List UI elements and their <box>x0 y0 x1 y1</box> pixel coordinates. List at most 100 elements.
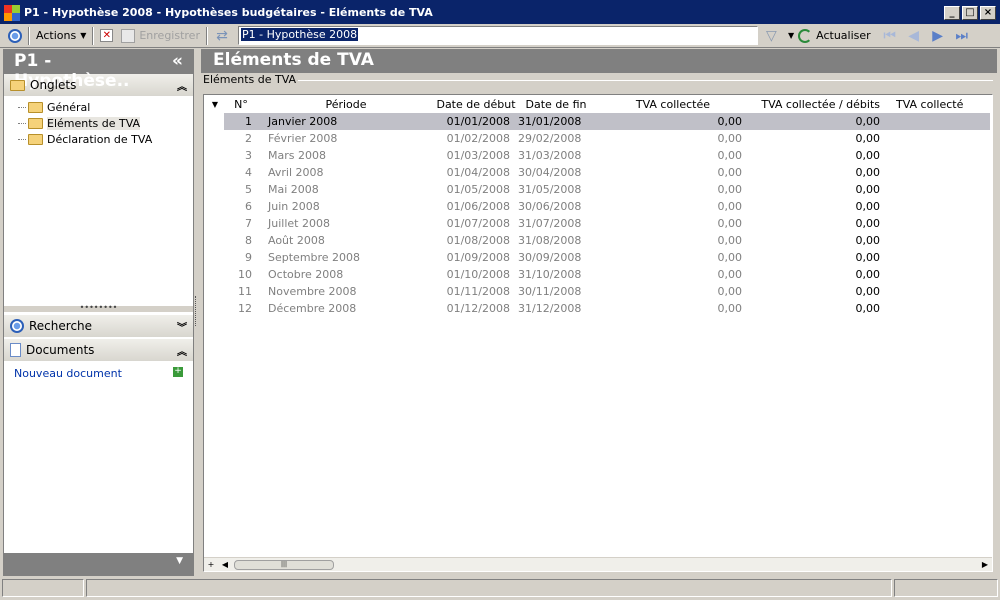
previous-record-icon[interactable]: ◀ <box>905 28 923 44</box>
table-cell-num[interactable]: 3 <box>226 149 256 162</box>
table-cell-fin[interactable]: 31/03/2008 <box>516 149 596 162</box>
close-button[interactable]: × <box>980 5 996 20</box>
column-header-tva-collectee-debits[interactable]: TVA collectée / débits <box>746 98 896 111</box>
table-cell-periode[interactable]: Février 2008 <box>256 132 436 145</box>
sync-button[interactable]: ⇄ <box>210 26 234 46</box>
table-row[interactable]: 7 Juillet 2008 01/07/2008 31/07/2008 0,00 0,0… <box>204 215 992 232</box>
table-cell-num[interactable]: 2 <box>226 132 256 145</box>
table-cell-tvad[interactable]: 0,00 <box>746 132 896 145</box>
filter-icon[interactable]: ▽ <box>766 28 782 44</box>
recherche-section-header[interactable]: Recherche ︾ <box>4 315 193 337</box>
table-cell-tva[interactable]: 0,00 <box>596 132 746 145</box>
scroll-left-icon[interactable]: ◀ <box>218 558 232 571</box>
vertical-splitter[interactable] <box>195 296 199 326</box>
table-cell-tva[interactable]: 0,00 <box>596 166 746 179</box>
add-row-icon[interactable]: + <box>204 558 218 571</box>
table-cell-periode[interactable]: Septembre 2008 <box>256 251 436 264</box>
table-cell-periode[interactable]: Décembre 2008 <box>256 302 436 315</box>
table-row[interactable]: 4 Avril 2008 01/04/2008 30/04/2008 0,00 0,00 <box>204 164 992 181</box>
table-cell-num[interactable]: 4 <box>226 166 256 179</box>
table-cell-num[interactable]: 6 <box>226 200 256 213</box>
panel-splitter[interactable]: •••••••• <box>4 304 193 312</box>
table-cell-tva[interactable]: 0,00 <box>596 251 746 264</box>
table-cell-fin[interactable]: 31/01/2008 <box>516 115 596 128</box>
table-cell-periode[interactable]: Avril 2008 <box>256 166 436 179</box>
collapse-up-icon[interactable]: ︽ <box>177 343 187 358</box>
table-row[interactable]: 3 Mars 2008 01/03/2008 31/03/2008 0,00 0,00 <box>204 147 992 164</box>
table-row[interactable]: 2 Février 2008 01/02/2008 29/02/2008 0,00 0,0… <box>204 130 992 147</box>
column-header-tva-collectee[interactable]: TVA collectée <box>596 98 746 111</box>
collapse-up-icon[interactable]: ︽ <box>177 78 187 93</box>
table-cell-periode[interactable]: Août 2008 <box>256 234 436 247</box>
column-header-tva-collectee-3[interactable]: TVA collecté <box>896 98 976 111</box>
scroll-right-icon[interactable]: ▶ <box>978 558 992 571</box>
first-record-icon[interactable]: ⏮ <box>881 28 899 44</box>
table-cell-tvad[interactable]: 0,00 <box>746 285 896 298</box>
table-row[interactable]: 8 Août 2008 01/08/2008 31/08/2008 0,00 0,00 <box>204 232 992 249</box>
table-cell-num[interactable]: 8 <box>226 234 256 247</box>
table-cell-periode[interactable]: Mai 2008 <box>256 183 436 196</box>
table-cell-periode[interactable]: Janvier 2008 <box>256 115 436 128</box>
table-cell-periode[interactable]: Juin 2008 <box>256 200 436 213</box>
table-cell-periode[interactable]: Juillet 2008 <box>256 217 436 230</box>
table-cell-debut[interactable]: 01/05/2008 <box>436 183 516 196</box>
delete-button[interactable]: ✕ <box>96 26 117 46</box>
table-cell-tvad[interactable]: 0,00 <box>746 166 896 179</box>
table-cell-debut[interactable]: 01/09/2008 <box>436 251 516 264</box>
table-cell-fin[interactable]: 30/06/2008 <box>516 200 596 213</box>
tree-item-declaration-tva[interactable]: Déclaration de TVA <box>18 131 193 147</box>
column-header-num[interactable]: N° <box>226 98 256 111</box>
table-cell-fin[interactable]: 31/07/2008 <box>516 217 596 230</box>
table-row[interactable]: 5 Mai 2008 01/05/2008 31/05/2008 0,00 0,00 <box>204 181 992 198</box>
table-cell-tvad[interactable]: 0,00 <box>746 251 896 264</box>
refresh-button[interactable]: Actualiser <box>794 26 875 46</box>
table-cell-periode[interactable]: Novembre 2008 <box>256 285 436 298</box>
table-cell-debut[interactable]: 01/08/2008 <box>436 234 516 247</box>
document-field[interactable]: P1 - Hypothèse 2008 <box>237 26 758 45</box>
table-row[interactable]: 12 Décembre 2008 01/12/2008 31/12/2008 0,00 0… <box>204 300 992 317</box>
column-chooser-icon[interactable]: ▼ <box>204 100 226 109</box>
table-cell-fin[interactable]: 31/12/2008 <box>516 302 596 315</box>
documents-section-header[interactable]: Documents ︽ <box>4 339 193 361</box>
tree-item-general[interactable]: Général <box>18 99 193 115</box>
table-cell-debut[interactable]: 01/12/2008 <box>436 302 516 315</box>
table-row[interactable]: 10 Octobre 2008 01/10/2008 31/10/2008 0,00 0,… <box>204 266 992 283</box>
table-cell-periode[interactable]: Octobre 2008 <box>256 268 436 281</box>
expand-down-icon[interactable]: ︾ <box>177 319 187 334</box>
table-cell-num[interactable]: 10 <box>226 268 256 281</box>
table-cell-tva[interactable]: 0,00 <box>596 200 746 213</box>
table-cell-debut[interactable]: 01/11/2008 <box>436 285 516 298</box>
table-cell-tvad[interactable]: 0,00 <box>746 149 896 162</box>
table-cell-tva[interactable]: 0,00 <box>596 149 746 162</box>
nav-circle-button[interactable] <box>4 26 26 46</box>
table-cell-tva[interactable]: 0,00 <box>596 302 746 315</box>
minimize-button[interactable]: _ <box>944 5 960 20</box>
column-header-date-debut[interactable]: Date de début <box>436 98 516 111</box>
table-cell-debut[interactable]: 01/02/2008 <box>436 132 516 145</box>
table-cell-num[interactable]: 1 <box>226 115 256 128</box>
left-panel-footer[interactable]: ▼ <box>4 553 193 575</box>
horizontal-scrollbar[interactable]: + ◀ ||| ▶ <box>204 557 992 571</box>
table-cell-tvad[interactable]: 0,00 <box>746 234 896 247</box>
table-cell-tva[interactable]: 0,00 <box>596 217 746 230</box>
table-cell-fin[interactable]: 30/11/2008 <box>516 285 596 298</box>
table-cell-fin[interactable]: 31/05/2008 <box>516 183 596 196</box>
table-cell-num[interactable]: 5 <box>226 183 256 196</box>
table-cell-tvad[interactable]: 0,00 <box>746 115 896 128</box>
table-cell-fin[interactable]: 30/09/2008 <box>516 251 596 264</box>
table-cell-tva[interactable]: 0,00 <box>596 268 746 281</box>
table-cell-debut[interactable]: 01/06/2008 <box>436 200 516 213</box>
table-cell-debut[interactable]: 01/03/2008 <box>436 149 516 162</box>
last-record-icon[interactable]: ⏭ <box>953 28 971 44</box>
scrollbar-thumb[interactable]: ||| <box>234 559 334 570</box>
table-cell-periode[interactable]: Mars 2008 <box>256 149 436 162</box>
table-cell-tva[interactable]: 0,00 <box>596 285 746 298</box>
table-cell-num[interactable]: 9 <box>226 251 256 264</box>
table-cell-num[interactable]: 7 <box>226 217 256 230</box>
table-cell-debut[interactable]: 01/04/2008 <box>436 166 516 179</box>
table-cell-num[interactable]: 11 <box>226 285 256 298</box>
table-cell-fin[interactable]: 29/02/2008 <box>516 132 596 145</box>
table-cell-tva[interactable]: 0,00 <box>596 115 746 128</box>
tree-item-elements-tva[interactable]: Eléments de TVA <box>18 115 193 131</box>
table-cell-tvad[interactable]: 0,00 <box>746 217 896 230</box>
